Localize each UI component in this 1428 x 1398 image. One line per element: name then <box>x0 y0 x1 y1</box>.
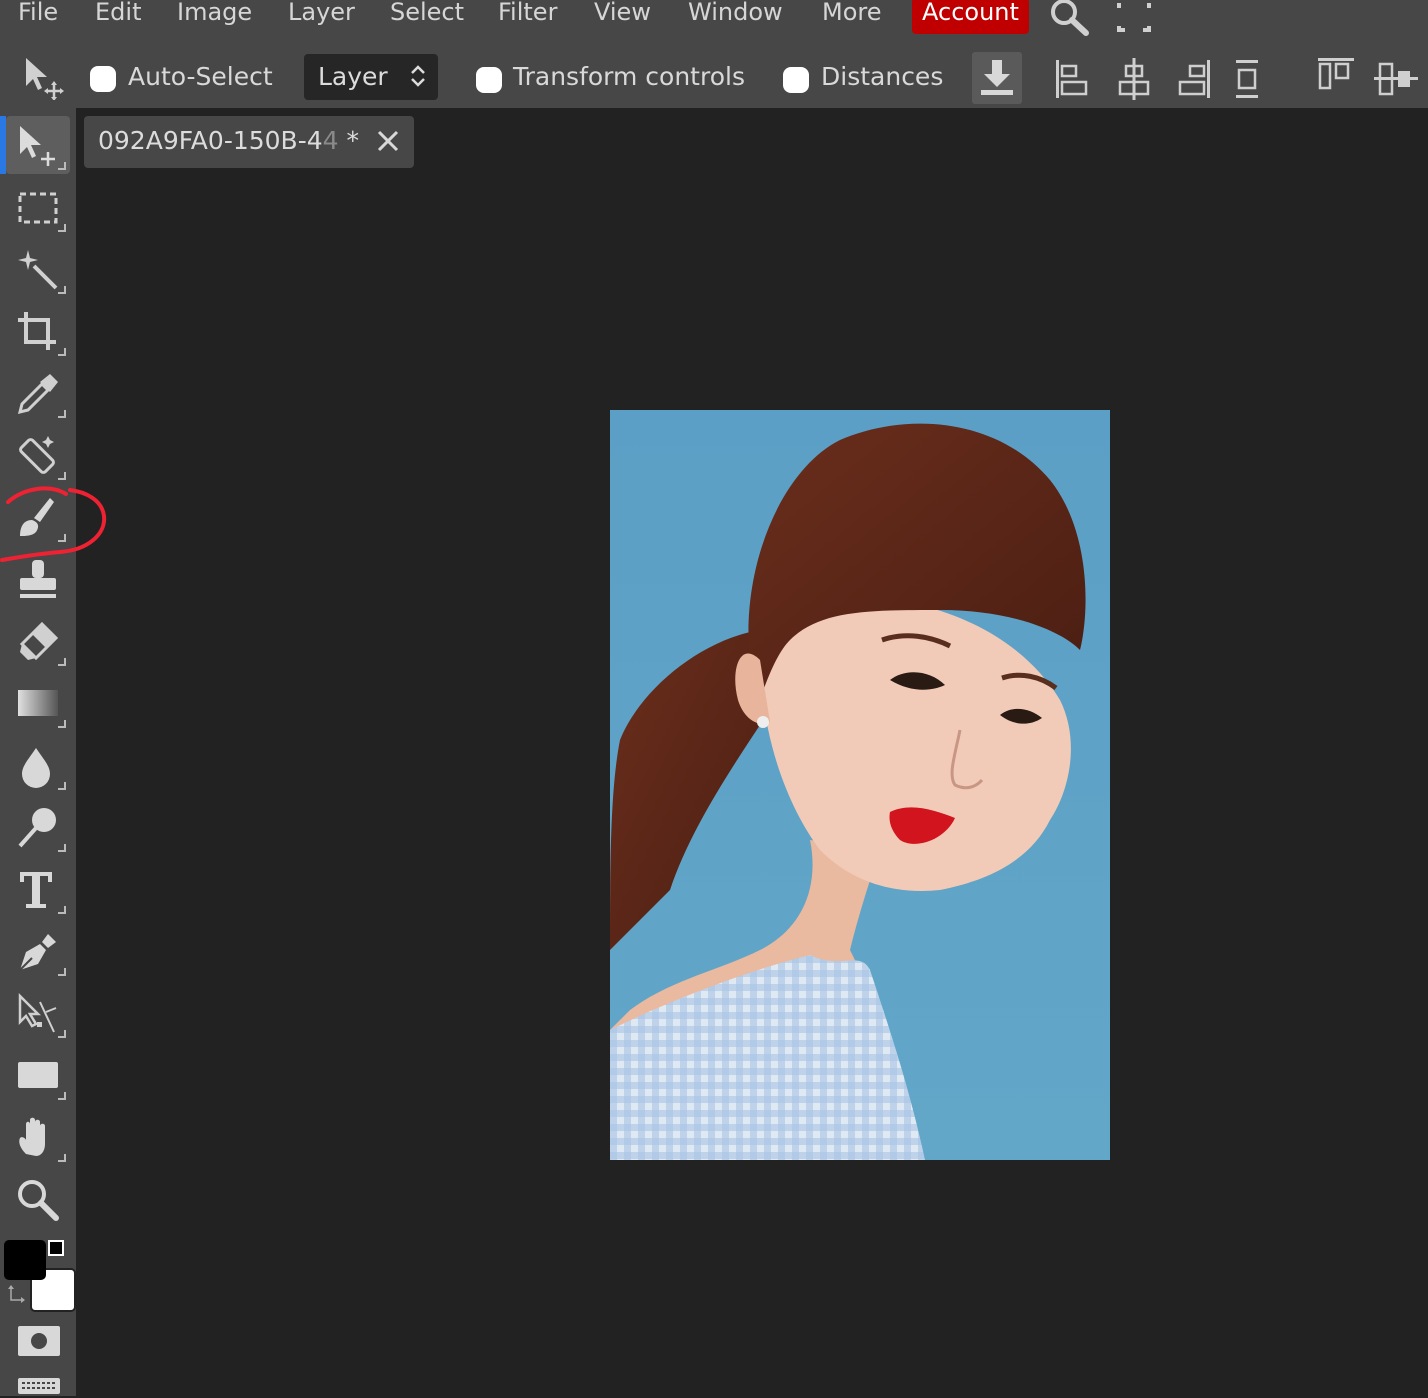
hand-tool[interactable] <box>6 1108 70 1166</box>
distribute-vertical-icon[interactable] <box>1234 58 1260 104</box>
close-icon[interactable] <box>376 129 400 157</box>
portrait-photo <box>610 410 1110 1160</box>
menu-bar: File Edit Image Layer Select Filter View… <box>0 0 1428 36</box>
rectangle-icon <box>18 1062 58 1088</box>
crop-tool[interactable] <box>6 302 70 360</box>
menu-file[interactable]: File <box>18 0 58 26</box>
swap-colors-icon[interactable] <box>8 1284 25 1303</box>
download-button[interactable] <box>972 52 1022 104</box>
marquee-icon <box>18 192 58 224</box>
default-colors-icon[interactable] <box>48 1240 64 1256</box>
pen-icon <box>19 934 56 971</box>
menu-edit[interactable]: Edit <box>95 0 141 26</box>
gradient-icon <box>18 690 58 716</box>
account-button[interactable]: Account <box>912 0 1029 34</box>
red-circle-annotation <box>0 486 107 562</box>
crop-icon <box>18 312 56 350</box>
drop-icon <box>22 748 50 788</box>
zoom-tool[interactable] <box>6 1170 70 1228</box>
align-center-horizontal-icon[interactable] <box>1116 58 1152 104</box>
pen-tool[interactable] <box>6 922 70 980</box>
blur-tool[interactable] <box>6 736 70 794</box>
healing-tool[interactable] <box>6 426 70 484</box>
hand-icon <box>19 1117 45 1156</box>
options-bar: Auto-Select Layer Transform controls Dis… <box>0 36 1428 108</box>
move-tool-options-icon <box>22 56 66 104</box>
path-select-icon <box>18 992 57 1033</box>
move-tool[interactable] <box>0 116 70 174</box>
gradient-tool[interactable] <box>6 674 70 732</box>
align-top-icon[interactable] <box>1316 56 1356 102</box>
eyedropper-tool[interactable] <box>6 364 70 422</box>
eraser-tool[interactable] <box>6 612 70 670</box>
bandage-icon <box>19 436 55 474</box>
dodge-icon <box>18 808 56 848</box>
auto-select-label: Auto-Select <box>128 62 273 91</box>
color-swatches <box>4 1240 76 1312</box>
layer-select[interactable]: Layer <box>304 54 438 100</box>
dodge-tool[interactable] <box>6 798 70 856</box>
menu-filter[interactable]: Filter <box>498 0 557 26</box>
fullscreen-icon[interactable] <box>1116 0 1152 36</box>
align-right-icon[interactable] <box>1176 58 1212 104</box>
distances-label: Distances <box>821 62 944 91</box>
menu-image[interactable]: Image <box>177 0 252 26</box>
distances-checkbox[interactable] <box>783 67 809 93</box>
type-icon <box>20 872 52 908</box>
search-icon[interactable] <box>1048 0 1092 40</box>
magic-wand-tool[interactable] <box>6 240 70 298</box>
menu-more[interactable]: More <box>822 0 882 26</box>
document-tab-title: 092A9FA0-150B-44 * <box>98 126 359 155</box>
zoom-icon <box>18 1180 59 1221</box>
document-tab[interactable]: 092A9FA0-150B-44 * <box>84 116 414 168</box>
screen-mode-icon[interactable] <box>18 1378 60 1398</box>
marquee-tool[interactable] <box>6 178 70 236</box>
transform-controls-checkbox[interactable] <box>476 67 502 93</box>
align-middle-vertical-icon[interactable] <box>1374 58 1418 104</box>
rectangle-tool[interactable] <box>6 1046 70 1104</box>
path-select-tool[interactable] <box>6 984 70 1042</box>
transform-controls-label: Transform controls <box>513 62 745 91</box>
type-tool[interactable] <box>6 860 70 918</box>
magic-wand-icon <box>18 250 58 290</box>
quick-mask-icon[interactable] <box>18 1326 60 1360</box>
layer-select-value: Layer <box>318 62 388 91</box>
menu-window[interactable]: Window <box>688 0 783 26</box>
eyedropper-icon <box>17 374 58 415</box>
eraser-icon <box>19 621 59 661</box>
canvas-photo[interactable] <box>610 410 1110 1160</box>
align-left-icon[interactable] <box>1054 58 1090 104</box>
move-icon <box>20 126 55 166</box>
select-arrows-icon <box>410 64 426 92</box>
menu-layer[interactable]: Layer <box>288 0 355 26</box>
tools-panel <box>0 108 76 1396</box>
auto-select-checkbox[interactable] <box>90 66 116 92</box>
menu-select[interactable]: Select <box>390 0 464 26</box>
menu-view[interactable]: View <box>594 0 651 26</box>
download-icon <box>981 60 1013 95</box>
foreground-color-swatch[interactable] <box>4 1240 46 1280</box>
